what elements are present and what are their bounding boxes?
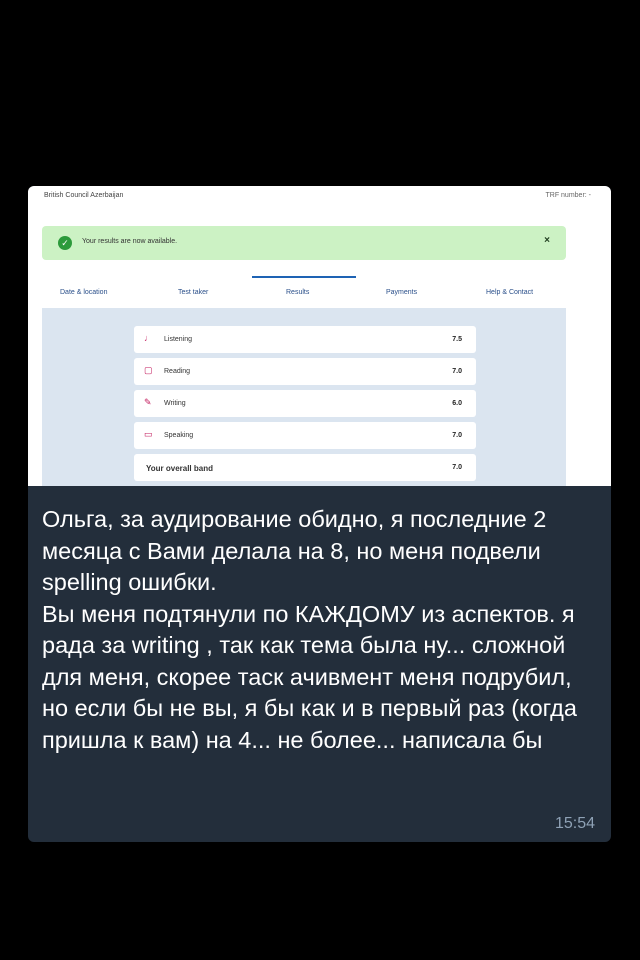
overall-label: Your overall band <box>146 464 213 473</box>
result-score: 7.0 <box>452 432 462 439</box>
result-score: 7.0 <box>452 368 462 375</box>
check-icon: ✓ <box>58 236 72 250</box>
attached-screenshot[interactable]: British Council Azerbaijan TRF number: -… <box>28 186 611 486</box>
result-row-speaking: ▭ Speaking 7.0 <box>134 422 476 449</box>
tab-results[interactable]: Results <box>286 289 309 296</box>
result-score: 6.0 <box>452 400 462 407</box>
pen-icon: ✎ <box>144 397 152 407</box>
message-timestamp: 15:54 <box>554 815 595 832</box>
result-score: 7.5 <box>452 336 462 343</box>
tab-bar: Date & location Test taker Results Payme… <box>42 276 566 309</box>
tab-test-taker[interactable]: Test taker <box>178 289 208 296</box>
result-row-writing: ✎ Writing 6.0 <box>134 390 476 417</box>
result-label: Speaking <box>164 432 194 439</box>
result-row-listening: ♩ Listening 7.5 <box>134 326 476 353</box>
result-label: Listening <box>164 336 193 343</box>
result-row-reading: ▢ Reading 7.0 <box>134 358 476 385</box>
message-text: Ольга, за аудирование обидно, я последни… <box>42 506 577 753</box>
tab-help-contact[interactable]: Help & Contact <box>486 289 533 296</box>
book-icon: ▢ <box>144 365 153 375</box>
result-row-overall: Your overall band 7.0 <box>134 454 476 481</box>
results-panel: ♩ Listening 7.5 ▢ Reading 7.0 ✎ Writing … <box>42 308 566 486</box>
headphones-icon: ♩ <box>144 333 153 343</box>
tab-payments[interactable]: Payments <box>386 289 417 296</box>
banner-message: Your results are now available. <box>82 238 178 245</box>
screenshot-header: British Council Azerbaijan TRF number: - <box>44 192 599 206</box>
tab-date-location[interactable]: Date & location <box>60 289 107 296</box>
trf-number: TRF number: - <box>545 192 591 199</box>
overall-score: 7.0 <box>452 464 462 471</box>
result-label: Reading <box>164 368 191 375</box>
results-available-banner: ✓ Your results are now available. × <box>42 226 566 260</box>
speech-bubble-icon: ▭ <box>144 429 153 439</box>
result-label: Writing <box>164 400 186 407</box>
org-name: British Council Azerbaijan <box>44 192 124 199</box>
message-bubble[interactable]: British Council Azerbaijan TRF number: -… <box>28 186 611 842</box>
close-icon[interactable]: × <box>544 235 550 246</box>
